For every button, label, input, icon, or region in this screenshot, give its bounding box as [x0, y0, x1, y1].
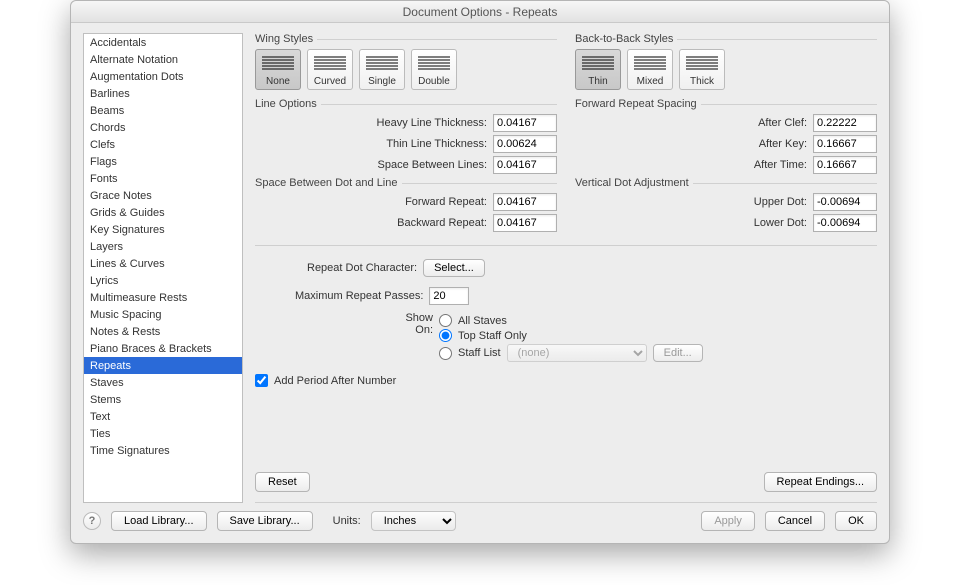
- sidebar[interactable]: AccidentalsAlternate NotationAugmentatio…: [83, 33, 243, 503]
- upper-dot-label: Upper Dot:: [754, 196, 807, 208]
- space-between-lines-label: Space Between Lines:: [378, 159, 487, 171]
- sidebar-item[interactable]: Chords: [84, 119, 242, 136]
- after-time-input[interactable]: [813, 156, 877, 174]
- sidebar-item[interactable]: Grids & Guides: [84, 204, 242, 221]
- main-panel: Wing Styles NoneCurvedSingleDouble Line …: [255, 33, 877, 503]
- sidebar-item[interactable]: Piano Braces & Brackets: [84, 340, 242, 357]
- staff-icon: [576, 50, 620, 76]
- window: Document Options - Repeats AccidentalsAl…: [70, 0, 890, 544]
- staff-icon: [680, 50, 724, 76]
- backward-repeat-label: Backward Repeat:: [397, 217, 487, 229]
- heavy-thickness-input[interactable]: [493, 114, 557, 132]
- sidebar-item[interactable]: Multimeasure Rests: [84, 289, 242, 306]
- staff-list-radio[interactable]: [439, 347, 452, 360]
- forward-repeat-label: Forward Repeat:: [405, 196, 487, 208]
- load-library-button[interactable]: Load Library...: [111, 511, 207, 531]
- sidebar-item[interactable]: Staves: [84, 374, 242, 391]
- wing-style-curved[interactable]: Curved: [307, 49, 353, 90]
- apply-button[interactable]: Apply: [701, 511, 755, 531]
- sidebar-item[interactable]: Key Signatures: [84, 221, 242, 238]
- sidebar-item[interactable]: Lyrics: [84, 272, 242, 289]
- after-clef-label: After Clef:: [758, 117, 807, 129]
- sidebar-item[interactable]: Stems: [84, 391, 242, 408]
- titlebar: Document Options - Repeats: [71, 1, 889, 23]
- back-to-back-label: Back-to-Back Styles: [575, 33, 877, 45]
- staff-icon: [308, 50, 352, 76]
- sidebar-item[interactable]: Accidentals: [84, 34, 242, 51]
- staff-icon: [628, 50, 672, 76]
- sidebar-item[interactable]: Notes & Rests: [84, 323, 242, 340]
- all-staves-radio[interactable]: [439, 314, 452, 327]
- sidebar-item[interactable]: Augmentation Dots: [84, 68, 242, 85]
- lower-dot-input[interactable]: [813, 214, 877, 232]
- thin-thickness-input[interactable]: [493, 135, 557, 153]
- sidebar-item[interactable]: Barlines: [84, 85, 242, 102]
- wing-style-single[interactable]: Single: [359, 49, 405, 90]
- select-button[interactable]: Select...: [423, 259, 485, 277]
- units-select[interactable]: Inches: [371, 511, 456, 531]
- after-key-label: After Key:: [759, 138, 807, 150]
- staff-list-select[interactable]: (none): [507, 344, 647, 362]
- reset-button[interactable]: Reset: [255, 472, 310, 492]
- sidebar-item[interactable]: Time Signatures: [84, 442, 242, 459]
- top-staff-radio[interactable]: [439, 329, 452, 342]
- units-label: Units:: [333, 515, 361, 527]
- sidebar-item[interactable]: Alternate Notation: [84, 51, 242, 68]
- all-staves-label: All Staves: [458, 315, 507, 327]
- sidebar-item[interactable]: Grace Notes: [84, 187, 242, 204]
- repeat-dot-char-label: Repeat Dot Character:: [307, 262, 417, 274]
- sidebar-item[interactable]: Music Spacing: [84, 306, 242, 323]
- max-passes-input[interactable]: [429, 287, 469, 305]
- sidebar-item[interactable]: Text: [84, 408, 242, 425]
- b2b-style-thin[interactable]: Thin: [575, 49, 621, 90]
- staff-icon: [360, 50, 404, 76]
- add-period-label: Add Period After Number: [274, 375, 396, 387]
- sidebar-item[interactable]: Clefs: [84, 136, 242, 153]
- b2b-style-thick[interactable]: Thick: [679, 49, 725, 90]
- space-dot-line-label: Space Between Dot and Line: [255, 177, 557, 189]
- ok-button[interactable]: OK: [835, 511, 877, 531]
- sidebar-item[interactable]: Ties: [84, 425, 242, 442]
- thin-thickness-label: Thin Line Thickness:: [386, 138, 487, 150]
- cancel-button[interactable]: Cancel: [765, 511, 825, 531]
- after-time-label: After Time:: [754, 159, 807, 171]
- upper-dot-input[interactable]: [813, 193, 877, 211]
- sidebar-item[interactable]: Lines & Curves: [84, 255, 242, 272]
- wing-styles-row: NoneCurvedSingleDouble: [255, 49, 557, 90]
- sidebar-item[interactable]: Layers: [84, 238, 242, 255]
- after-key-input[interactable]: [813, 135, 877, 153]
- line-options-label: Line Options: [255, 98, 557, 110]
- show-on-label: Show On:: [385, 312, 433, 364]
- heavy-thickness-label: Heavy Line Thickness:: [377, 117, 487, 129]
- backward-repeat-input[interactable]: [493, 214, 557, 232]
- vertical-dot-label: Vertical Dot Adjustment: [575, 177, 877, 189]
- lower-dot-label: Lower Dot:: [754, 217, 807, 229]
- b2b-style-mixed[interactable]: Mixed: [627, 49, 673, 90]
- staff-list-label: Staff List: [458, 347, 501, 359]
- wing-style-none[interactable]: None: [255, 49, 301, 90]
- add-period-checkbox[interactable]: [255, 374, 268, 387]
- after-clef-input[interactable]: [813, 114, 877, 132]
- sidebar-item[interactable]: Fonts: [84, 170, 242, 187]
- help-button[interactable]: ?: [83, 512, 101, 530]
- sidebar-item[interactable]: Beams: [84, 102, 242, 119]
- edit-button[interactable]: Edit...: [653, 344, 703, 362]
- space-between-lines-input[interactable]: [493, 156, 557, 174]
- forward-repeat-input[interactable]: [493, 193, 557, 211]
- wing-styles-label: Wing Styles: [255, 33, 557, 45]
- footer: ? Load Library... Save Library... Units:…: [71, 503, 889, 543]
- staff-icon: [256, 50, 300, 76]
- repeat-endings-button[interactable]: Repeat Endings...: [764, 472, 877, 492]
- sidebar-item[interactable]: Flags: [84, 153, 242, 170]
- top-staff-label: Top Staff Only: [458, 330, 527, 342]
- forward-spacing-label: Forward Repeat Spacing: [575, 98, 877, 110]
- back-to-back-row: ThinMixedThick: [575, 49, 877, 90]
- max-passes-label: Maximum Repeat Passes:: [295, 290, 423, 302]
- wing-style-double[interactable]: Double: [411, 49, 457, 90]
- staff-icon: [412, 50, 456, 76]
- save-library-button[interactable]: Save Library...: [217, 511, 313, 531]
- sidebar-item[interactable]: Repeats: [84, 357, 242, 374]
